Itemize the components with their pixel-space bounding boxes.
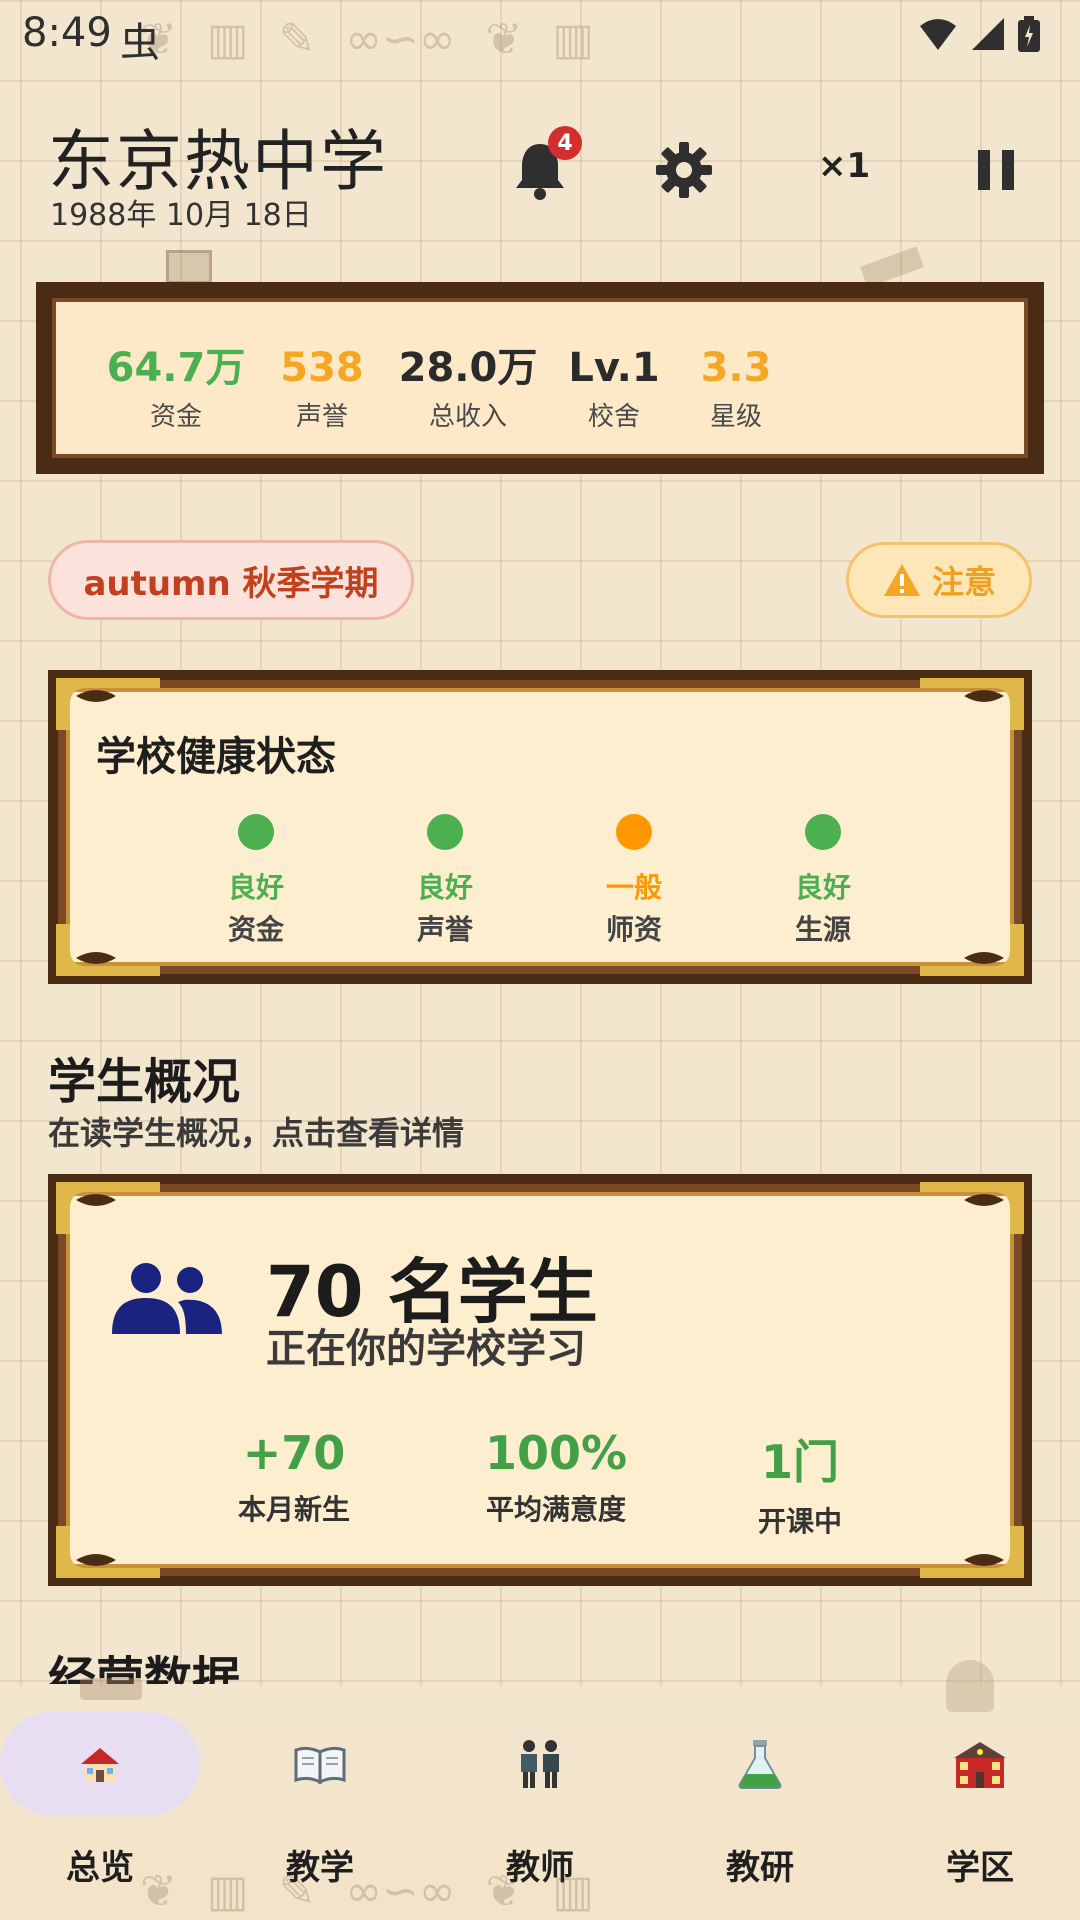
pause-icon — [978, 150, 1014, 190]
ornament-corner-icon — [56, 678, 160, 730]
health-status: 良好 — [416, 871, 473, 904]
student-metric: 100% 平均满意度 — [446, 1426, 666, 1528]
operations-section-title: 经营数据 — [48, 1652, 241, 1684]
resource-stats-panel[interactable]: 64.7万 资金 538 声誉 28.0万 总收入 Lv.1 校舍 3.3 星级 — [36, 282, 1044, 474]
stat-item: 538 声誉 — [242, 346, 402, 433]
game-date: 1988年 10月 18日 — [50, 198, 312, 233]
notice-button[interactable]: 注意 — [846, 542, 1032, 618]
status-icons — [918, 16, 1040, 52]
pause-button[interactable] — [958, 132, 1034, 208]
stat-label: 资金 — [149, 402, 202, 432]
book-ornament-icon: ▥ — [206, 13, 249, 65]
nav-item-总览[interactable]: 总览 — [0, 1712, 200, 1889]
book-icon — [220, 1712, 420, 1816]
ornament-corner-icon — [920, 1526, 1024, 1578]
nav-item-教学[interactable]: 教学 — [220, 1712, 420, 1889]
health-indicator: 良好 声誉 — [385, 814, 505, 948]
bell-ornament-icon — [946, 1660, 994, 1712]
ornament-corner-icon — [56, 1526, 160, 1578]
status-dot-icon — [805, 814, 841, 850]
nav-label: 教研 — [726, 1848, 794, 1888]
stat-item: 64.7万资金 — [96, 346, 256, 433]
health-status: 良好 — [794, 871, 851, 904]
stat-label: 星级 — [709, 402, 762, 432]
status-dot-icon — [238, 814, 274, 850]
metric-value: +70 — [242, 1426, 346, 1480]
metric-label: 开课中 — [757, 1505, 842, 1538]
metric-label: 本月新生 — [237, 1493, 350, 1526]
stat-value: 3.3 — [700, 345, 772, 391]
stat-value: 538 — [280, 345, 364, 391]
status-bar: ❦ ▥ ✎ ∞∽∞ ❦ ▥ 8:49 虫 — [0, 0, 1080, 76]
ornament-corner-icon — [920, 678, 1024, 730]
health-indicator: 良好 资金 — [196, 814, 316, 948]
status-dot-icon — [427, 814, 463, 850]
health-label: 声誉 — [416, 913, 473, 946]
nav-label: 教师 — [506, 1848, 574, 1888]
health-title: 学校健康状态 — [96, 734, 336, 780]
stat-item: 28.0万总收入 — [388, 346, 548, 433]
school-building-icon — [880, 1712, 1080, 1816]
ornament-corner-icon — [56, 1182, 160, 1234]
teachers-icon — [440, 1712, 640, 1816]
wifi-icon — [920, 19, 956, 50]
notice-label: 注意 — [931, 563, 996, 601]
settings-button[interactable] — [646, 132, 722, 208]
nav-item-教师[interactable]: 教师 — [440, 1712, 640, 1889]
warning-icon — [883, 564, 920, 596]
health-indicator: 良好 生源 — [763, 814, 883, 948]
metric-label: 平均满意度 — [485, 1493, 626, 1526]
battery-icon — [1018, 16, 1040, 52]
health-status: 良好 — [227, 871, 284, 904]
game-speed-toggle[interactable]: ×1 — [818, 146, 870, 186]
quill-ornament-icon: ✎ — [278, 13, 316, 65]
metric-value: 1门 — [760, 1435, 839, 1489]
stat-label: 总收入 — [428, 402, 507, 432]
status-dot-icon — [616, 814, 652, 850]
metric-value: 100% — [484, 1426, 628, 1480]
ornament-corner-icon — [920, 1182, 1024, 1234]
book-ornament-icon: ▥ — [552, 13, 594, 65]
nav-label: 学区 — [946, 1848, 1014, 1888]
student-count-description: 正在你的学校学习 — [266, 1326, 586, 1372]
gear-icon — [656, 142, 712, 198]
clipboard-ornament-icon — [166, 250, 212, 284]
nav-item-学区[interactable]: 学区 — [880, 1712, 1080, 1889]
status-app-glyph: 虫 — [120, 20, 160, 66]
students-section-subtitle: 在读学生概况，点击查看详情 — [48, 1114, 465, 1152]
status-time: 8:49 — [22, 10, 112, 56]
notification-badge: 4 — [548, 126, 582, 160]
season-badge[interactable]: autumn 秋季学期 — [48, 540, 414, 620]
health-label: 师资 — [605, 913, 662, 946]
flask-icon — [660, 1712, 860, 1816]
stat-value: 28.0万 — [398, 345, 538, 391]
health-indicator: 一般 师资 — [574, 814, 694, 948]
stat-label: 声誉 — [295, 402, 348, 432]
desk-ornament-icon — [80, 1678, 142, 1700]
nav-label: 总览 — [66, 1848, 134, 1888]
ornament-corner-icon — [920, 924, 1024, 976]
stat-value: 64.7万 — [106, 345, 246, 391]
ornament-corner-icon — [56, 924, 160, 976]
nav-item-教研[interactable]: 教研 — [660, 1712, 860, 1889]
students-section-title: 学生概况 — [48, 1054, 241, 1110]
student-metric: +70 本月新生 — [184, 1426, 404, 1528]
nav-label: 教学 — [286, 1848, 354, 1888]
swirl-ornament-icon: ∞∽∞ — [345, 13, 456, 65]
leaf-ornament-icon: ❦ — [485, 13, 523, 65]
student-metric: 1门开课中 — [690, 1426, 910, 1540]
stat-item: 3.3 星级 — [656, 346, 816, 433]
students-group-icon — [112, 1263, 222, 1334]
health-label: 资金 — [227, 913, 284, 946]
health-label: 生源 — [794, 913, 851, 946]
signal-icon — [972, 18, 1004, 50]
health-status: 一般 — [605, 871, 662, 904]
house-icon — [0, 1712, 200, 1816]
